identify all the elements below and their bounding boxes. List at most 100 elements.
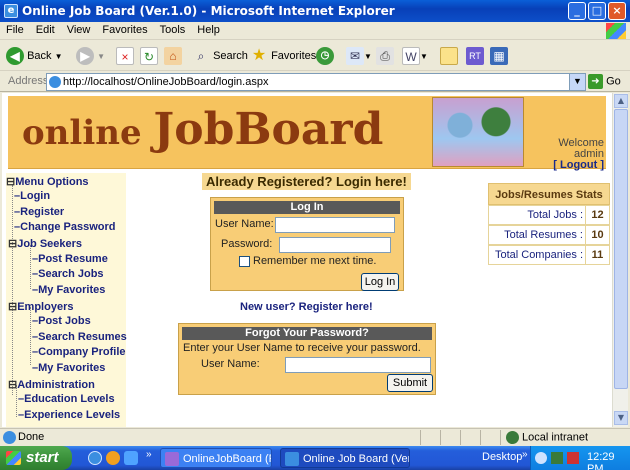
back-arrow-icon: ◀ (6, 47, 24, 66)
forgot-panel-title: Forgot Your Password? (182, 327, 432, 340)
menu-my-favorites-seekers[interactable]: –My Favorites (32, 284, 105, 296)
address-input[interactable]: http://localhost/OnlineJobBoard/login.as… (46, 73, 586, 91)
refresh-button[interactable]: ↻ (140, 45, 158, 67)
menu-company-profile[interactable]: –Company Profile (32, 346, 126, 358)
site-logo: online JobBoard (22, 104, 383, 155)
address-dropdown-icon[interactable]: ▼ (569, 74, 585, 90)
vertical-scrollbar[interactable]: ▲ ▼ (612, 93, 628, 427)
scroll-down-icon[interactable]: ▼ (614, 411, 628, 425)
forgot-username-label: User Name: (201, 358, 260, 370)
close-icon[interactable]: × (608, 2, 626, 20)
menu-edit[interactable]: Edit (30, 22, 61, 38)
menu-post-jobs[interactable]: –Post Jobs (32, 315, 91, 327)
tray-security-icon[interactable] (567, 452, 579, 464)
search-button[interactable]: ⌕ Search (192, 45, 248, 67)
task-onlinejobboard-run[interactable]: OnlineJobBoard (Run... (160, 448, 272, 468)
tray-network-icon[interactable] (551, 452, 563, 464)
quicklaunch-desktop-icon[interactable] (124, 451, 138, 465)
menu-view[interactable]: View (61, 22, 97, 38)
edit-dropdown-icon[interactable]: ▼ (420, 52, 428, 61)
back-dropdown-icon[interactable]: ▼ (55, 52, 63, 61)
mail-button[interactable]: ✉ ▼ (346, 45, 372, 67)
minimize-icon[interactable]: _ (568, 2, 586, 20)
menu-post-resume[interactable]: –Post Resume (32, 253, 108, 265)
username-label: User Name: (215, 218, 274, 230)
stop-button[interactable]: × (116, 45, 134, 67)
page-done-icon (3, 431, 16, 444)
scroll-up-icon[interactable]: ▲ (614, 94, 628, 108)
menu-bar: File Edit View Favorites Tools Help (0, 22, 630, 40)
history-button[interactable]: ◷ (316, 45, 334, 67)
menu-change-password[interactable]: –Change Password (14, 221, 115, 233)
menu-file[interactable]: File (0, 22, 30, 38)
username-input[interactable] (275, 217, 395, 233)
menu-education-levels[interactable]: –Education Levels (18, 393, 115, 405)
discuss-button[interactable] (440, 45, 458, 67)
title-bar: e Online Job Board (Ver.1.0) - Microsoft… (0, 0, 630, 22)
messenger-icon: RT (466, 47, 484, 66)
window-title: Online Job Board (Ver.1.0) - Microsoft I… (22, 4, 395, 18)
address-url: http://localhost/OnlineJobBoard/login.as… (63, 76, 269, 88)
remember-checkbox[interactable] (239, 256, 250, 267)
collapse-icon: ⊟ (8, 379, 18, 391)
password-input[interactable] (279, 237, 391, 253)
submit-button[interactable]: Submit (387, 374, 433, 392)
logo-text-jobboard: JobBoard (153, 104, 384, 155)
go-button[interactable]: ➜ Go (588, 74, 621, 89)
quicklaunch-firefox-icon[interactable] (106, 451, 120, 465)
stats-title: Jobs/Resumes Stats (488, 183, 610, 205)
scroll-thumb[interactable] (614, 109, 628, 389)
search-icon: ⌕ (197, 49, 205, 64)
forgot-username-input[interactable] (285, 357, 431, 373)
status-divider (440, 430, 441, 445)
favorites-button[interactable]: ★ Favorites (250, 45, 316, 67)
menu-experience-levels[interactable]: –Experience Levels (18, 409, 120, 421)
menu-employers[interactable]: ⊟Employers (8, 300, 73, 313)
start-button[interactable]: start (0, 446, 72, 470)
back-button[interactable]: ◀ Back ▼ (6, 45, 63, 67)
menu-favorites[interactable]: Favorites (96, 22, 153, 38)
tree-line (30, 307, 31, 365)
menu-help[interactable]: Help (191, 22, 226, 38)
research-button[interactable]: ▦ (490, 45, 508, 67)
maximize-icon[interactable]: □ (588, 2, 606, 20)
menu-search-jobs[interactable]: –Search Jobs (32, 268, 104, 280)
edit-page-icon: W (402, 47, 420, 66)
desktop-toolbar-label[interactable]: Desktop (482, 451, 522, 463)
quicklaunch-more-icon[interactable]: » (146, 449, 152, 460)
print-button[interactable]: ⎙ (376, 45, 394, 67)
menu-options-header[interactable]: ⊟Menu Options (6, 175, 89, 188)
menu-my-favorites-employers[interactable]: –My Favorites (32, 362, 105, 374)
clock[interactable]: 12:29 PM (587, 451, 630, 470)
ie-icon: e (4, 4, 18, 18)
login-button[interactable]: Log In (361, 273, 399, 291)
logout-link[interactable]: [ Logout ] (553, 160, 604, 171)
menu-search-resumes[interactable]: –Search Resumes (32, 331, 127, 343)
menu-register[interactable]: –Register (14, 206, 64, 218)
stats-panel: Jobs/Resumes Stats Total Jobs : 12 Total… (488, 183, 610, 267)
messenger-button[interactable]: RT (466, 45, 484, 67)
collapse-icon: ⊟ (8, 301, 18, 313)
desktop-more-icon[interactable]: » (522, 449, 528, 460)
menu-tools[interactable]: Tools (154, 22, 192, 38)
task-online-job-board-ie[interactable]: Online Job Board (Ver... (280, 448, 410, 468)
password-label: Password: (221, 238, 273, 250)
tree-line (12, 185, 13, 395)
mail-dropdown-icon[interactable]: ▼ (364, 52, 372, 61)
menu-job-seekers[interactable]: ⊟Job Seekers (8, 237, 82, 250)
register-link[interactable]: New user? Register here! (240, 301, 373, 313)
home-button[interactable]: ⌂ (164, 45, 182, 67)
banner-illustration (432, 97, 524, 167)
menu-login[interactable]: –Login (14, 190, 50, 202)
edit-button[interactable]: W ▼ (402, 45, 428, 67)
vs-app-icon (165, 452, 179, 466)
forward-button[interactable]: ▶ ▼ (76, 45, 105, 67)
forgot-instruction: Enter your User Name to receive your pas… (183, 342, 421, 354)
mail-icon: ✉ (346, 47, 364, 66)
collapse-icon: ⊟ (6, 176, 16, 188)
tray-arrow-icon[interactable] (535, 452, 547, 464)
forward-dropdown-icon[interactable]: ▼ (97, 52, 105, 61)
menu-administration[interactable]: ⊟Administration (8, 378, 95, 391)
search-label: Search (213, 50, 248, 62)
quicklaunch-ie-icon[interactable] (88, 451, 102, 465)
